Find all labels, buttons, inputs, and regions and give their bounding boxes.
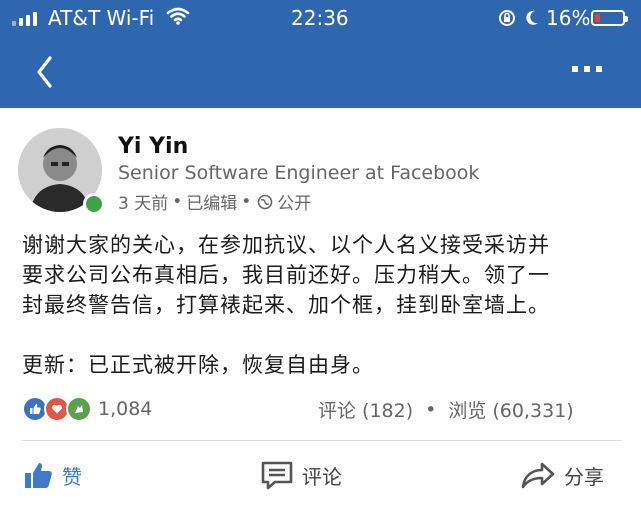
divider xyxy=(22,440,622,441)
meta-separator: • xyxy=(241,191,252,212)
comment-count-link[interactable]: 评论 (182) xyxy=(318,396,413,423)
post-update: 更新：已正式被开除，恢复自由身。 xyxy=(22,353,374,377)
status-bar: AT&T Wi-Fi 22:36 16% xyxy=(0,0,641,36)
author-headline: Senior Software Engineer at Facebook xyxy=(118,162,480,184)
globe-icon xyxy=(257,194,273,209)
chevron-left-icon[interactable] xyxy=(30,50,60,94)
visibility-label: 公开 xyxy=(277,194,312,214)
more-icon[interactable] xyxy=(572,66,602,72)
battery-icon xyxy=(591,10,628,26)
share-icon xyxy=(521,462,555,489)
post-meta: 3 天前 • 已编辑 • 公开 xyxy=(118,189,312,215)
share-label: 分享 xyxy=(564,464,604,489)
like-button[interactable]: 赞 xyxy=(22,455,82,495)
thumbs-up-icon xyxy=(25,463,52,488)
comment-label: 评论 xyxy=(302,464,342,489)
stats-separator: • xyxy=(425,398,437,421)
post-body: 谢谢大家的关心，在参加抗议、以个人名义接受采访并 要求公司公布真相后，我目前还好… xyxy=(22,230,622,380)
post-text-line: 谢谢大家的关心，在参加抗议、以个人名义接受采访并 xyxy=(22,233,550,257)
reaction-count: 1,084 xyxy=(98,398,153,420)
meta-separator: • xyxy=(172,191,183,212)
rotation-lock-icon xyxy=(499,10,515,26)
online-status-dot xyxy=(83,193,105,215)
moon-icon xyxy=(526,10,538,25)
wifi-icon xyxy=(166,7,190,25)
signal-icon xyxy=(12,10,37,26)
post-text-line: 要求公司公布真相后，我目前还好。压力稍大。领了一 xyxy=(22,263,550,287)
edited-label: 已编辑 xyxy=(186,194,238,214)
header-bar: AT&T Wi-Fi 22:36 16% xyxy=(0,0,641,108)
comment-button[interactable]: 评论 xyxy=(260,455,342,495)
battery-percent: 16% xyxy=(546,6,591,30)
carrier-label: AT&T Wi-Fi xyxy=(48,6,155,30)
comment-icon xyxy=(261,461,293,490)
post-time: 3 天前 xyxy=(118,194,169,214)
post-stats: 评论 (182) • 浏览 (60,331) xyxy=(318,396,574,423)
clock: 22:36 xyxy=(291,6,349,30)
reactions-summary[interactable]: 1,084 xyxy=(22,396,152,422)
like-label: 赞 xyxy=(62,464,82,489)
view-count: 浏览 (60,331) xyxy=(448,400,574,422)
celebrate-reaction-icon xyxy=(66,396,92,422)
share-button[interactable]: 分享 xyxy=(520,455,604,495)
author-name[interactable]: Yi Yin xyxy=(118,134,188,159)
post-text-line: 封最终警告信，打算裱起来、加个框，挂到卧室墙上。 xyxy=(22,293,550,317)
